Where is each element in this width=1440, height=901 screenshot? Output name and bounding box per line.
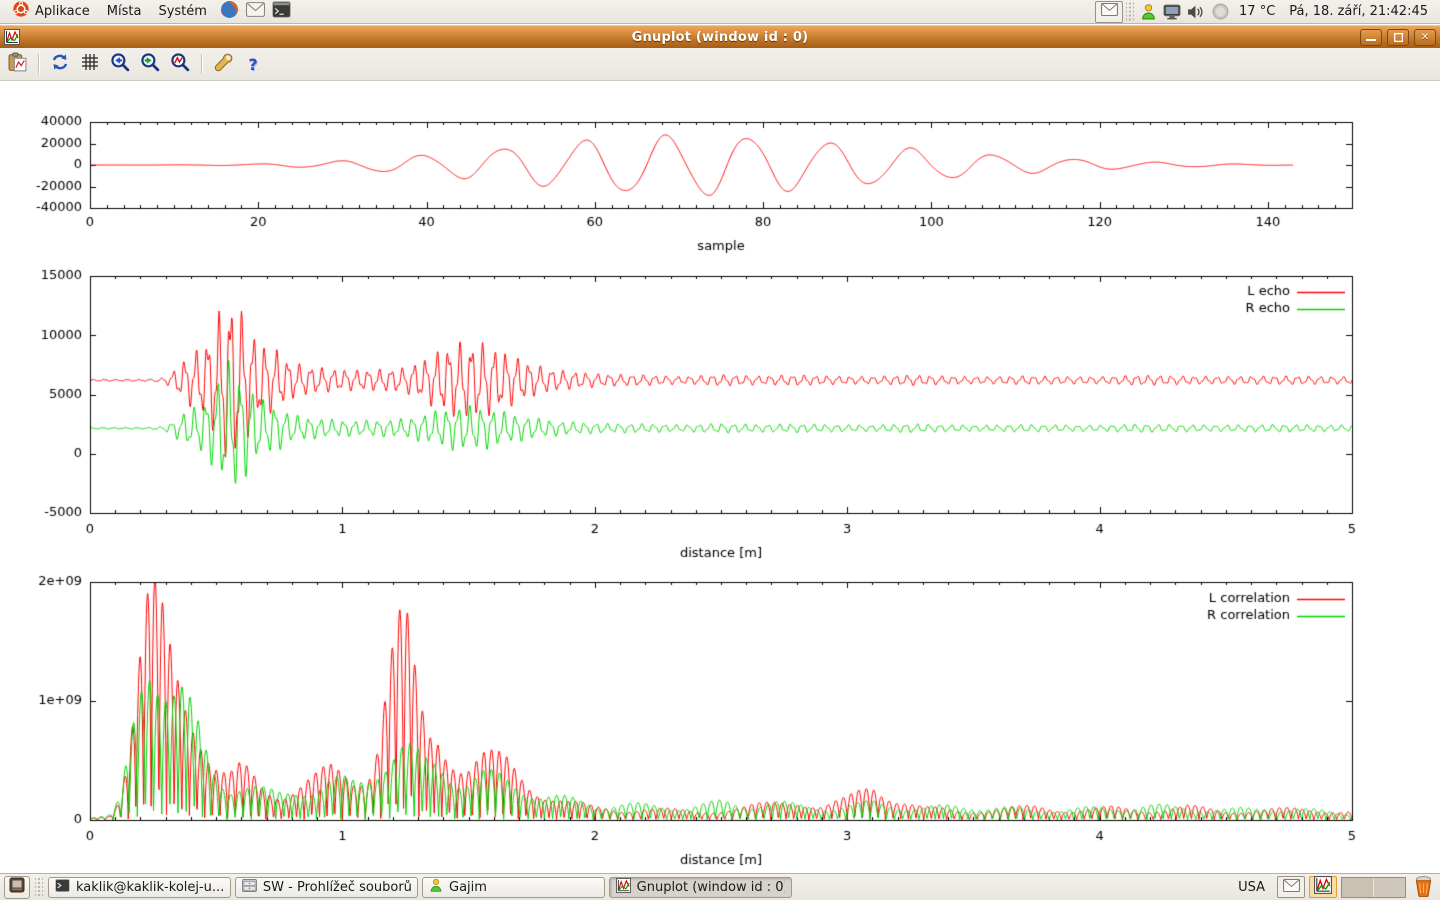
wrench-icon (213, 52, 234, 77)
menu-label: Systém (158, 4, 206, 19)
display-settings-icon[interactable] (1161, 1, 1183, 23)
task-label: SW - Prohlížeč souborů (263, 880, 411, 895)
minimize-button[interactable] (1360, 29, 1382, 46)
firefox-icon (220, 0, 239, 23)
zoom-next-button[interactable] (137, 51, 163, 77)
terminal-icon (55, 879, 70, 896)
zoom-previous-icon (110, 52, 131, 77)
show-desktop-button[interactable] (4, 876, 30, 899)
temperature-indicator[interactable]: 17 °C (1233, 4, 1281, 19)
mail-notification-tray[interactable] (1095, 1, 1123, 23)
maximize-button[interactable] (1387, 29, 1409, 46)
replot-button[interactable] (47, 51, 73, 77)
tasklist-drag-handle[interactable] (35, 876, 43, 898)
trash-applet[interactable] (1410, 876, 1436, 898)
taskbar-item-gnuplot[interactable]: Gnuplot (window id : 0) (609, 877, 792, 898)
toggle-grid-button[interactable] (77, 51, 103, 77)
workspace-switcher (1341, 877, 1406, 898)
settings-button[interactable] (210, 51, 236, 77)
ubuntu-logo-icon (12, 0, 30, 22)
firefox-launcher[interactable] (218, 1, 242, 23)
show-desktop-icon (9, 877, 25, 897)
applications-menu[interactable]: Aplikace (6, 0, 99, 24)
task-label: Gajim (449, 880, 487, 895)
envelope-icon (246, 2, 265, 21)
taskbar-item-file-browser[interactable]: SW - Prohlížeč souborů (235, 877, 418, 898)
mail-launcher[interactable] (244, 1, 268, 23)
terminal-icon (272, 1, 291, 22)
close-button[interactable]: ✕ (1414, 29, 1436, 46)
workspace-1[interactable] (1342, 878, 1373, 897)
plot-area (0, 82, 1440, 873)
gajim-icon (429, 878, 443, 896)
task-label: Gnuplot (window id : 0) (637, 880, 785, 895)
gnuplot-icon (616, 878, 631, 897)
help-button[interactable]: ? (240, 51, 266, 77)
trash-icon (1413, 874, 1434, 901)
volume-icon[interactable] (1185, 1, 1207, 23)
mail-tray-button[interactable] (1277, 876, 1305, 898)
system-menu[interactable]: Systém (152, 3, 215, 21)
envelope-icon (1101, 3, 1118, 20)
zoom-autoscale-icon (170, 52, 191, 77)
clipboard-icon (7, 52, 28, 77)
toolbar-separator (201, 54, 202, 74)
zoom-autoscale-button[interactable] (167, 51, 193, 77)
window-title: Gnuplot (window id : 0) (0, 30, 1440, 45)
toolbar-separator (38, 54, 39, 74)
help-icon: ? (248, 55, 257, 74)
workspace-2[interactable] (1373, 878, 1405, 897)
gnuplot-icon (1314, 876, 1332, 898)
gnuplot-window: Gnuplot (window id : 0) ✕ (0, 25, 1440, 873)
zoom-previous-button[interactable] (107, 51, 133, 77)
file-manager-icon (242, 879, 257, 896)
gajim-status-icon[interactable] (1137, 1, 1159, 23)
correlation-distance-chart[interactable] (0, 570, 1440, 880)
sample-waveform-chart[interactable] (0, 110, 1440, 265)
menu-label: Místa (107, 4, 142, 19)
terminal-launcher[interactable] (270, 1, 294, 23)
envelope-icon (1283, 879, 1300, 896)
toolbar: ? (0, 48, 1440, 81)
menu-label: Aplikace (35, 4, 90, 19)
clock-applet[interactable]: Pá, 18. září, 21:42:45 (1283, 4, 1434, 19)
tray-drag-handle[interactable] (1126, 2, 1134, 21)
echo-distance-chart[interactable] (0, 265, 1440, 570)
copy-to-clipboard-button[interactable] (4, 51, 30, 77)
titlebar[interactable]: Gnuplot (window id : 0) ✕ (0, 25, 1440, 48)
weather-icon[interactable] (1209, 1, 1231, 23)
task-label: kaklik@kaklik-kolej-u... (76, 880, 224, 895)
top-panel: Aplikace Místa Systém 17 °C Pá, (0, 0, 1440, 24)
gnuplot-tray-button[interactable] (1309, 876, 1337, 898)
refresh-icon (50, 52, 70, 76)
keyboard-layout-indicator[interactable]: USA (1230, 880, 1273, 895)
grid-icon (81, 53, 99, 75)
taskbar: kaklik@kaklik-kolej-u... SW - Prohlížeč … (0, 873, 1440, 900)
taskbar-item-terminal[interactable]: kaklik@kaklik-kolej-u... (48, 877, 231, 898)
taskbar-item-gajim[interactable]: Gajim (422, 877, 605, 898)
places-menu[interactable]: Místa (101, 3, 151, 21)
zoom-next-icon (140, 52, 161, 77)
